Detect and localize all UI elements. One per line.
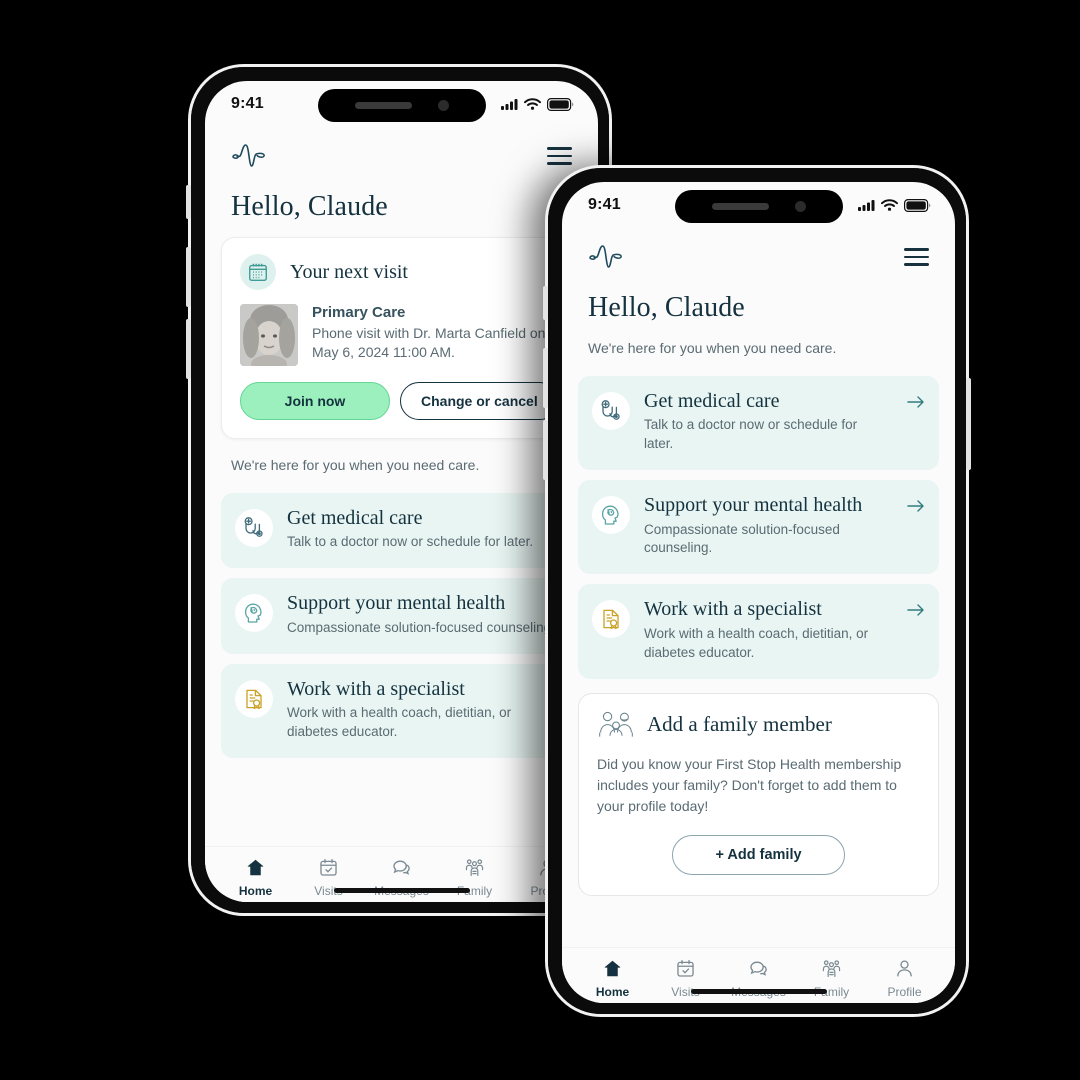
phone-front-screen: 9:41 Hello, Claude We're here for you wh…	[562, 182, 955, 1003]
service-desc: Work with a health coach, dietitian, or …	[644, 625, 869, 660]
chat-bubbles-icon	[748, 958, 769, 979]
app-bar-front	[562, 228, 955, 274]
subline-front: We're here for you when you need care.	[588, 340, 837, 356]
calendar-check-icon	[318, 857, 339, 878]
wifi-icon	[524, 98, 541, 110]
phone-back-screen: 9:41 Hello, Claude Your next visit Prima…	[205, 81, 598, 902]
arrow-right-icon[interactable]	[907, 499, 925, 513]
arrow-right-icon[interactable]	[907, 395, 925, 409]
subline-back: We're here for you when you need care.	[231, 457, 480, 473]
app-bar-back	[205, 127, 598, 173]
add-family-button[interactable]: + Add family	[672, 834, 845, 875]
service-card-medical[interactable]: Get medical care Talk to a doctor now or…	[578, 376, 939, 471]
service-desc: Work with a health coach, dietitian, or …	[287, 704, 512, 739]
add-family-body: Did you know your First Stop Health memb…	[597, 755, 902, 814]
visit-specialty: Primary Care	[312, 304, 406, 321]
next-visit-card: Your next visit Primary Care Phone visit…	[221, 237, 582, 439]
status-bar: 9:41	[205, 81, 598, 127]
certificate-document-icon	[592, 600, 630, 639]
service-title: Get medical care	[644, 390, 780, 412]
tab-label: Profile	[887, 985, 922, 999]
service-title: Support your mental health	[287, 592, 506, 615]
family-icon	[464, 857, 485, 878]
doctor-avatar	[240, 304, 298, 366]
change-or-cancel-button[interactable]: Change or cancel	[400, 382, 559, 420]
tab-label: Home	[595, 985, 630, 999]
family-group-icon	[597, 710, 635, 740]
chat-bubbles-icon	[391, 857, 412, 878]
status-time: 9:41	[231, 95, 264, 112]
page-title-back: Hello, Claude	[231, 191, 388, 222]
calendar-icon	[240, 254, 276, 290]
service-title: Support your mental health	[644, 494, 863, 517]
stethoscope-icon	[592, 392, 630, 430]
phone-front-power-button[interactable]	[966, 378, 971, 470]
add-family-card: Add a family member Did you know your Fi…	[578, 692, 939, 896]
bottom-nav-front: Home Visits Messages	[562, 947, 955, 1003]
service-desc: Talk to a doctor now or schedule for lat…	[644, 417, 858, 452]
home-icon	[245, 857, 266, 878]
add-family-title: Add a family member	[647, 712, 832, 737]
family-icon	[821, 958, 842, 979]
bottom-nav-back: Home Visits Messages	[205, 846, 598, 902]
service-desc: Compassionate solution-focused counselin…	[287, 619, 555, 635]
service-desc: Compassionate solution-focused counselin…	[644, 521, 840, 556]
screenshot-stage: 9:41 Hello, Claude Your next visit Prima…	[0, 0, 1080, 1080]
join-now-button[interactable]: Join now	[240, 382, 390, 420]
home-indicator	[690, 989, 827, 994]
arrow-right-icon[interactable]	[907, 603, 925, 617]
stethoscope-icon	[235, 509, 273, 547]
person-icon	[894, 958, 915, 979]
battery-icon	[547, 97, 574, 111]
cellular-signal-icon	[858, 199, 875, 211]
tab-home[interactable]: Home	[219, 857, 292, 898]
status-time: 9:41	[588, 196, 621, 213]
head-brain-icon	[592, 496, 630, 535]
calendar-check-icon	[675, 958, 696, 979]
home-indicator	[333, 888, 470, 893]
service-title: Get medical care	[287, 507, 423, 529]
head-brain-icon	[235, 594, 273, 633]
certificate-document-icon	[235, 679, 273, 718]
wifi-icon	[881, 199, 898, 211]
status-bar: 9:41	[562, 182, 955, 228]
home-icon	[602, 958, 623, 979]
phone-front: 9:41 Hello, Claude We're here for you wh…	[543, 165, 971, 1017]
service-title: Work with a specialist	[287, 677, 465, 700]
service-desc: Talk to a doctor now or schedule for lat…	[287, 534, 534, 550]
service-card-specialist[interactable]: Work with a specialist Work with a healt…	[221, 663, 582, 758]
pulse-wave-logo[interactable]	[231, 143, 267, 169]
hamburger-menu-icon[interactable]	[547, 147, 572, 165]
cellular-signal-icon	[501, 98, 518, 110]
battery-icon	[904, 198, 931, 212]
service-card-mental[interactable]: Support your mental health Compassionate…	[221, 578, 582, 654]
service-card-mental[interactable]: Support your mental health Compassionate…	[578, 480, 939, 575]
service-card-specialist[interactable]: Work with a specialist Work with a healt…	[578, 584, 939, 679]
tab-label: Home	[238, 884, 273, 898]
service-card-medical[interactable]: Get medical care Talk to a doctor now or…	[221, 493, 582, 569]
page-title-front: Hello, Claude	[588, 292, 745, 323]
service-title: Work with a specialist	[644, 598, 822, 621]
tab-profile[interactable]: Profile	[868, 958, 941, 999]
visit-details: Phone visit with Dr. Marta Canfield on M…	[312, 325, 546, 360]
hamburger-menu-icon[interactable]	[904, 248, 929, 266]
pulse-wave-logo[interactable]	[588, 244, 624, 270]
next-visit-title: Your next visit	[290, 260, 408, 283]
tab-home[interactable]: Home	[576, 958, 649, 999]
